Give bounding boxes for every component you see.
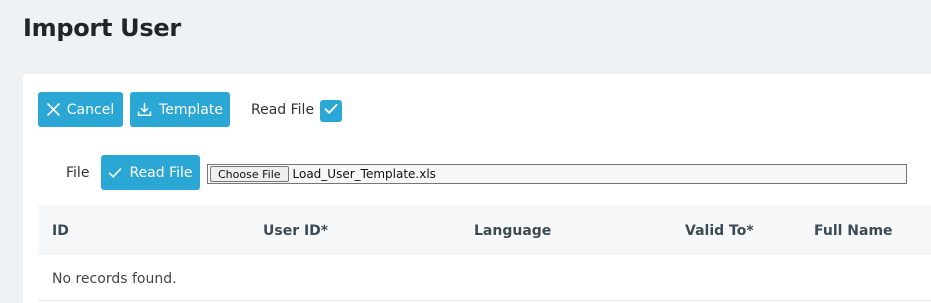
read-file-checkbox-label: Read File: [251, 102, 315, 118]
file-input[interactable]: Choose File Load_User_Template.xls: [207, 164, 907, 184]
table-divider: [38, 300, 931, 301]
close-icon: [46, 103, 60, 116]
import-card: Cancel Template Read File File Read File…: [23, 74, 931, 303]
empty-table-message: No records found.: [52, 271, 177, 287]
table-header: ID User ID* Language Valid To* Full Name: [38, 205, 931, 254]
template-button-label: Template: [159, 101, 223, 118]
column-header-id[interactable]: ID: [52, 223, 69, 239]
column-header-language[interactable]: Language: [474, 223, 551, 239]
choose-file-button[interactable]: Choose File: [210, 166, 289, 182]
checkmark-icon: [324, 102, 338, 120]
page-title: Import User: [23, 14, 181, 42]
column-header-valid-to[interactable]: Valid To*: [685, 223, 754, 239]
column-header-full-name[interactable]: Full Name: [814, 223, 893, 239]
cancel-button-label: Cancel: [66, 101, 115, 118]
read-file-button[interactable]: Read File: [101, 155, 200, 190]
download-icon: [137, 102, 152, 117]
file-label: File: [66, 165, 90, 181]
selected-file-name: Load_User_Template.xls: [292, 167, 436, 181]
check-icon: [108, 167, 122, 179]
column-header-user-id[interactable]: User ID*: [263, 223, 328, 239]
template-button[interactable]: Template: [130, 92, 230, 127]
read-file-button-label: Read File: [129, 164, 193, 181]
read-file-checkbox[interactable]: [320, 100, 342, 122]
cancel-button[interactable]: Cancel: [38, 92, 123, 127]
